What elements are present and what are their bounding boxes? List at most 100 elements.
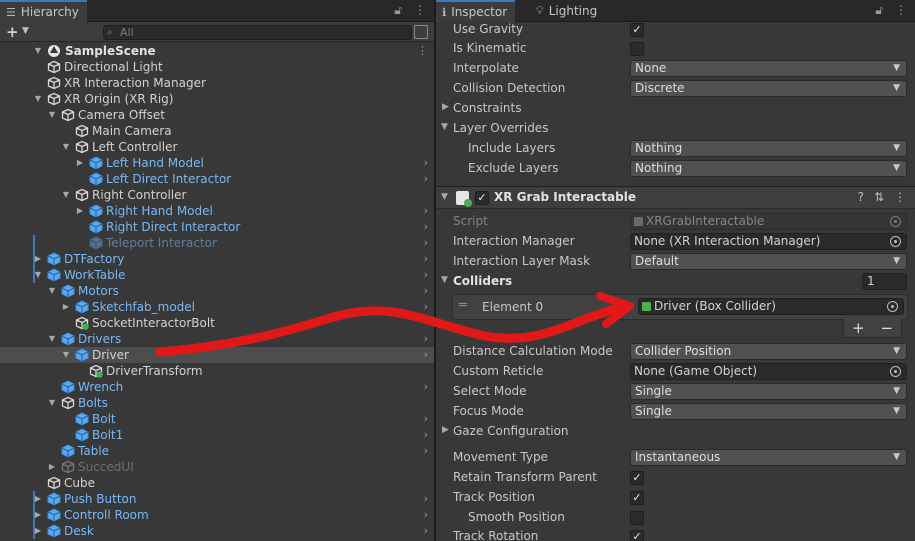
xr-grab-interactable-header[interactable]: ▼ ✓ XR Grab Interactable ? ⇅ ⋮ (436, 186, 915, 209)
hierarchy-item[interactable]: Main Camera (0, 123, 434, 139)
include-layers-dropdown[interactable]: Nothing ▼ (630, 140, 907, 157)
fold-down-icon[interactable]: ▼ (61, 139, 71, 155)
fold-down-icon[interactable]: ▼ (33, 91, 43, 107)
fold-down-icon[interactable]: ▼ (441, 122, 448, 132)
hierarchy-item[interactable]: ▼ XR Origin (XR Rig) (0, 91, 434, 107)
hierarchy-item[interactable]: ▶ Push Button › (0, 491, 434, 507)
target-icon[interactable] (887, 301, 898, 312)
interaction-layer-mask-dropdown[interactable]: Default ▼ (630, 253, 907, 270)
preset-icon[interactable]: ⇅ (874, 190, 884, 204)
open-prefab-icon[interactable]: › (424, 427, 428, 443)
fold-down-icon[interactable]: ▼ (47, 283, 57, 299)
open-prefab-icon[interactable]: › (424, 203, 428, 219)
kebab-menu-icon[interactable]: ⋮ (417, 43, 428, 59)
hierarchy-item[interactable]: ▼ Driver › (0, 347, 434, 363)
fold-right-icon[interactable]: ▶ (442, 102, 449, 112)
filter-icon[interactable] (414, 25, 428, 39)
tab-hierarchy[interactable]: ☰ Hierarchy (0, 0, 87, 22)
hierarchy-item[interactable]: ▼ Camera Offset (0, 107, 434, 123)
remove-element-button[interactable]: − (880, 319, 893, 337)
target-icon[interactable] (890, 366, 901, 377)
fold-right-icon[interactable]: ▶ (61, 299, 71, 315)
lock-icon[interactable]: 🔓︎ (394, 3, 402, 18)
open-prefab-icon[interactable]: › (424, 443, 428, 459)
fold-right-icon[interactable]: ▶ (33, 251, 43, 267)
hierarchy-item[interactable]: Cube (0, 475, 434, 491)
gaze-config-row[interactable]: ▶ Gaze Configuration (436, 422, 915, 442)
element0-field[interactable]: Driver (Box Collider) (638, 298, 904, 315)
fold-right-icon[interactable]: ▶ (47, 459, 57, 475)
hierarchy-item[interactable]: ▼ Left Controller (0, 139, 434, 155)
open-prefab-icon[interactable]: › (424, 171, 428, 187)
hierarchy-item[interactable]: Wrench › (0, 379, 434, 395)
hierarchy-item[interactable]: Bolt1 › (0, 427, 434, 443)
interaction-manager-field[interactable]: None (XR Interaction Manager) (630, 233, 907, 250)
fold-down-icon[interactable]: ▼ (61, 347, 71, 363)
open-prefab-icon[interactable]: › (424, 251, 428, 267)
colliders-size-field[interactable]: 1 (862, 273, 907, 290)
hierarchy-item[interactable]: ▶ SuccedUI (0, 459, 434, 475)
open-prefab-icon[interactable]: › (424, 347, 428, 363)
hierarchy-item[interactable]: ▶ DTFactory › (0, 251, 434, 267)
hierarchy-item[interactable]: ▶ Controll Room › (0, 507, 434, 523)
open-prefab-icon[interactable]: › (424, 411, 428, 427)
hierarchy-item[interactable]: ▼ WorkTable › (0, 267, 434, 283)
hierarchy-item[interactable]: Directional Light (0, 59, 434, 75)
fold-right-icon[interactable]: ▶ (33, 507, 43, 523)
fold-down-icon[interactable]: ▼ (61, 187, 71, 203)
open-prefab-icon[interactable]: › (424, 283, 428, 299)
layer-overrides-row[interactable]: ▼ Layer Overrides (436, 119, 915, 139)
hierarchy-item[interactable]: ▶ Desk › (0, 523, 434, 539)
open-prefab-icon[interactable]: › (424, 507, 428, 523)
kebab-menu-icon[interactable]: ⋮ (895, 3, 907, 18)
use-gravity-checkbox[interactable]: ✓ (630, 23, 644, 37)
hierarchy-item[interactable]: Teleport Interactor › (0, 235, 434, 251)
add-icon[interactable]: + (6, 23, 19, 41)
fold-down-icon[interactable]: ▼ (441, 192, 448, 202)
lock-icon[interactable]: 🔓︎ (875, 3, 883, 18)
fold-down-icon[interactable]: ▼ (47, 107, 57, 123)
hierarchy-item[interactable]: ▼ Bolts (0, 395, 434, 411)
track-position-checkbox[interactable]: ✓ (630, 491, 644, 505)
fold-down-icon[interactable]: ▼ (33, 267, 43, 283)
hierarchy-item[interactable]: Right Direct Interactor › (0, 219, 434, 235)
hierarchy-item[interactable]: Table › (0, 443, 434, 459)
hierarchy-item[interactable]: SocketInteractorBolt (0, 315, 434, 331)
open-prefab-icon[interactable]: › (424, 331, 428, 347)
open-prefab-icon[interactable]: › (424, 523, 428, 539)
hierarchy-item[interactable]: XR Interaction Manager (0, 75, 434, 91)
drag-handle-icon[interactable]: ═ (459, 298, 467, 313)
fold-arrow-icon[interactable]: ▼ (33, 43, 43, 59)
focus-mode-dropdown[interactable]: Single ▼ (630, 403, 907, 420)
hierarchy-item[interactable]: ▼ Drivers › (0, 331, 434, 347)
kebab-menu-icon[interactable]: ⋮ (894, 190, 906, 204)
open-prefab-icon[interactable]: › (424, 235, 428, 251)
track-rotation-checkbox[interactable]: ✓ (630, 530, 644, 541)
exclude-layers-dropdown[interactable]: Nothing ▼ (630, 160, 907, 177)
fold-right-icon[interactable]: ▶ (442, 425, 449, 435)
fold-right-icon[interactable]: ▶ (33, 523, 43, 539)
search-input[interactable]: ⌕ All (103, 25, 412, 40)
open-prefab-icon[interactable]: › (424, 491, 428, 507)
fold-down-icon[interactable]: ▼ (441, 275, 448, 285)
hierarchy-item[interactable]: ▶ Sketchfab_model › (0, 299, 434, 315)
is-kinematic-checkbox[interactable] (630, 42, 644, 56)
open-prefab-icon[interactable]: › (424, 299, 428, 315)
open-prefab-icon[interactable]: › (424, 155, 428, 171)
chevron-down-icon[interactable]: ▼ (22, 26, 29, 36)
custom-reticle-field[interactable]: None (Game Object) (630, 363, 907, 380)
target-icon[interactable] (890, 236, 901, 247)
hierarchy-item[interactable]: ▼ Right Controller (0, 187, 434, 203)
component-enabled-checkbox[interactable]: ✓ (475, 191, 489, 205)
hierarchy-item[interactable]: Bolt › (0, 411, 434, 427)
distance-calc-dropdown[interactable]: Collider Position ▼ (630, 343, 907, 360)
open-prefab-icon[interactable]: › (424, 219, 428, 235)
hierarchy-item[interactable]: Left Direct Interactor › (0, 171, 434, 187)
hierarchy-item[interactable]: ▶ Left Hand Model › (0, 155, 434, 171)
open-prefab-icon[interactable]: › (424, 267, 428, 283)
add-element-button[interactable]: + (852, 319, 865, 337)
retain-transform-checkbox[interactable]: ✓ (630, 471, 644, 485)
fold-down-icon[interactable]: ▼ (47, 395, 57, 411)
fold-down-icon[interactable]: ▼ (47, 331, 57, 347)
collision-detection-dropdown[interactable]: Discrete ▼ (630, 80, 907, 97)
